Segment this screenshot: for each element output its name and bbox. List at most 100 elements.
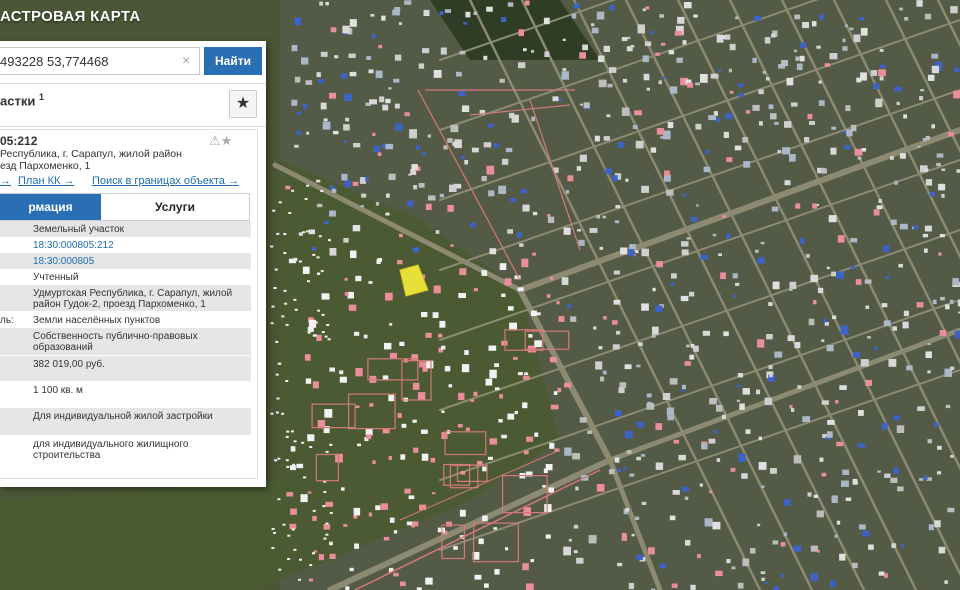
- building: [861, 148, 867, 152]
- building: [281, 412, 285, 415]
- building: [927, 439, 933, 444]
- building: [718, 253, 722, 257]
- building: [376, 259, 381, 264]
- building: [859, 524, 866, 530]
- building: [461, 364, 470, 373]
- building: [945, 304, 950, 310]
- building: [498, 185, 507, 194]
- building: [348, 53, 356, 58]
- favorite-button[interactable]: ★: [229, 90, 257, 118]
- building: [501, 17, 507, 22]
- building: [285, 435, 289, 438]
- building: [690, 343, 695, 348]
- building: [524, 0, 530, 6]
- building: [432, 492, 436, 495]
- building: [329, 541, 333, 546]
- tab-services[interactable]: Услуги: [101, 194, 249, 220]
- building: [758, 462, 767, 470]
- building: [316, 72, 321, 78]
- tab-information[interactable]: рмация: [0, 194, 101, 220]
- building: [441, 345, 446, 350]
- building: [548, 487, 554, 493]
- building: [398, 22, 402, 25]
- building: [413, 447, 419, 453]
- building: [404, 488, 411, 494]
- search-input[interactable]: [0, 47, 200, 75]
- building: [913, 225, 918, 230]
- building: [440, 47, 447, 55]
- building: [536, 312, 541, 316]
- building: [544, 504, 552, 512]
- building: [709, 398, 717, 405]
- find-button[interactable]: Найти: [204, 47, 262, 75]
- building: [663, 130, 671, 140]
- building: [941, 168, 946, 171]
- building: [752, 57, 757, 63]
- building: [624, 431, 633, 439]
- building: [547, 214, 551, 217]
- building: [411, 354, 419, 361]
- building: [561, 71, 569, 80]
- building: [857, 157, 862, 160]
- building: [836, 271, 844, 279]
- link-plan-kk[interactable]: План КК →: [18, 175, 74, 187]
- building: [386, 193, 390, 198]
- building: [772, 540, 779, 545]
- building: [799, 55, 805, 62]
- link-search-boundaries[interactable]: Поиск в границах объекта →: [92, 175, 239, 187]
- building: [579, 103, 583, 106]
- building: [878, 571, 885, 576]
- building: [808, 318, 815, 326]
- building: [938, 252, 942, 256]
- building: [617, 142, 625, 148]
- building: [760, 241, 765, 245]
- building: [316, 256, 320, 259]
- building: [716, 404, 723, 412]
- building: [635, 140, 644, 149]
- building: [564, 447, 572, 456]
- building: [937, 471, 942, 475]
- clear-icon[interactable]: ×: [182, 52, 190, 68]
- building: [435, 230, 440, 234]
- building: [757, 523, 761, 527]
- building: [393, 572, 399, 577]
- attribute-value[interactable]: 18:30:000805: [33, 256, 247, 267]
- warning-star-icons[interactable]: ⚠★: [209, 133, 232, 149]
- building: [932, 299, 937, 305]
- building: [305, 378, 312, 384]
- building: [507, 306, 514, 311]
- building: [876, 205, 883, 210]
- building: [945, 404, 951, 409]
- attribute-value[interactable]: 18:30:000805:212: [33, 240, 247, 251]
- building: [308, 319, 317, 328]
- building: [447, 205, 454, 212]
- building: [567, 304, 572, 309]
- building: [810, 545, 818, 552]
- building: [276, 397, 280, 400]
- building: [305, 80, 313, 85]
- building: [764, 397, 772, 406]
- attribute-row: ль: Земли населённых пунктов: [0, 312, 251, 328]
- building: [478, 538, 484, 545]
- building: [320, 51, 328, 57]
- link-partial[interactable]: →: [0, 175, 11, 187]
- parcel-number[interactable]: 05:212: [0, 134, 37, 148]
- building: [931, 124, 935, 129]
- building: [379, 96, 385, 103]
- building: [458, 392, 465, 401]
- building: [646, 403, 655, 410]
- building: [317, 309, 321, 312]
- building: [522, 204, 530, 212]
- building: [591, 27, 599, 34]
- building: [312, 253, 316, 256]
- building: [461, 105, 470, 112]
- building: [277, 498, 281, 501]
- building: [272, 209, 276, 212]
- building: [632, 125, 638, 129]
- building: [411, 164, 418, 170]
- building: [791, 102, 798, 107]
- building: [293, 257, 298, 262]
- building: [373, 145, 380, 153]
- address-line: Республика, г. Сарапул, жилой район: [0, 148, 182, 160]
- building: [418, 63, 425, 69]
